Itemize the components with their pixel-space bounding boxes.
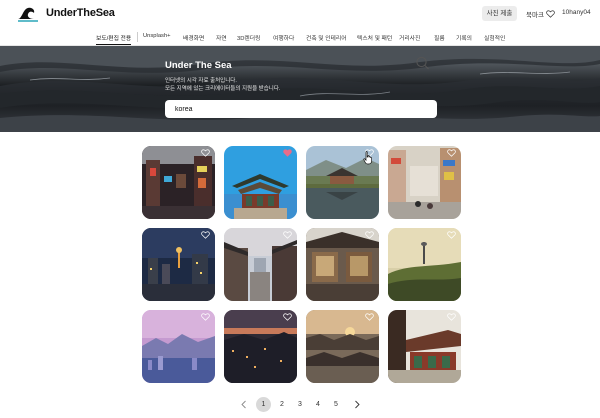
heart-icon[interactable] xyxy=(447,231,456,239)
photo-tile[interactable] xyxy=(142,146,215,219)
photo-tile[interactable] xyxy=(306,310,379,383)
wave-logo-icon[interactable] xyxy=(17,5,39,23)
heart-icon[interactable] xyxy=(283,313,292,321)
nav-item-archival[interactable]: 기록의 xyxy=(456,33,472,42)
bookmark-link[interactable]: 북마크 xyxy=(526,9,555,19)
search-icon[interactable] xyxy=(415,56,430,70)
nav-item-3d-renders[interactable]: 3D렌더링 xyxy=(237,33,260,42)
site-logo-text[interactable]: UnderTheSea xyxy=(46,7,115,19)
page-button-5[interactable]: 5 xyxy=(330,397,342,412)
hero-title: Under The Sea xyxy=(165,60,232,71)
hand-cursor-icon xyxy=(363,151,372,165)
photo-tile[interactable] xyxy=(224,310,297,383)
nav-item-experimental[interactable]: 실험적인 xyxy=(484,33,505,42)
ocean-waves-image xyxy=(0,46,600,132)
nav-item-travel[interactable]: 여행하다 xyxy=(273,33,294,42)
hero-banner: Under The Sea 인터넷의 시각 자료 출처입니다. 모든 지역에 있… xyxy=(0,46,600,132)
page-button-4[interactable]: 4 xyxy=(312,397,324,412)
top-header: UnderTheSea 사진 제출 북마크 10hany04 xyxy=(0,0,600,30)
hero-subtitle-line1: 인터넷의 시각 자료 출처입니다. xyxy=(165,78,237,84)
heart-icon[interactable] xyxy=(201,313,210,321)
chevron-right-icon[interactable] xyxy=(353,400,361,409)
nav-item-textures[interactable]: 텍스처 및 패턴 xyxy=(357,33,392,42)
photo-tile[interactable] xyxy=(142,310,215,383)
nav-item-film[interactable]: 필름 xyxy=(434,33,445,42)
page-button-1[interactable]: 1 xyxy=(256,397,271,412)
heart-icon[interactable] xyxy=(365,313,374,321)
heart-icon xyxy=(546,10,555,18)
search-bar[interactable] xyxy=(165,100,437,118)
bookmark-label: 북마크 xyxy=(526,12,544,19)
nav-divider xyxy=(137,32,138,42)
page-button-3[interactable]: 3 xyxy=(294,397,306,412)
user-menu[interactable]: 10hany04 xyxy=(562,9,591,16)
submit-photo-button[interactable]: 사진 제출 xyxy=(482,6,517,21)
heart-icon[interactable] xyxy=(201,149,210,157)
hero-subtitle: 인터넷의 시각 자료 출처입니다. 모든 지역에 있는 크리에이터들의 지원을 … xyxy=(165,77,280,93)
chevron-left-icon[interactable] xyxy=(240,400,248,409)
heart-icon[interactable] xyxy=(447,313,456,321)
photo-tile[interactable] xyxy=(224,228,297,301)
heart-icon[interactable] xyxy=(283,231,292,239)
page-button-2[interactable]: 2 xyxy=(276,397,288,412)
search-input[interactable] xyxy=(175,104,405,114)
photo-tile[interactable] xyxy=(224,146,297,219)
heart-icon[interactable] xyxy=(283,149,292,157)
photo-tile[interactable] xyxy=(388,146,461,219)
category-nav: 보도/편집 전용 Unsplash+ 배경화면 자연 3D렌더링 여행하다 건축… xyxy=(0,30,600,45)
nav-item-nature[interactable]: 자연 xyxy=(216,33,227,42)
nav-item-architecture[interactable]: 건축 및 인테리어 xyxy=(306,33,347,42)
nav-item-street[interactable]: 거리사진 xyxy=(399,33,420,42)
heart-icon[interactable] xyxy=(365,231,374,239)
nav-item-wallpapers[interactable]: 배경화면 xyxy=(183,33,204,42)
heart-icon[interactable] xyxy=(201,231,210,239)
photo-tile[interactable] xyxy=(306,228,379,301)
photo-tile[interactable] xyxy=(142,228,215,301)
photo-tile[interactable] xyxy=(388,228,461,301)
heart-icon[interactable] xyxy=(447,149,456,157)
nav-item-unsplash-plus[interactable]: Unsplash+ xyxy=(143,33,171,39)
photo-tile[interactable] xyxy=(388,310,461,383)
hero-subtitle-line2: 모든 지역에 있는 크리에이터들의 지원을 받습니다. xyxy=(165,86,281,92)
nav-item-editorial[interactable]: 보도/편집 전용 xyxy=(96,33,132,45)
